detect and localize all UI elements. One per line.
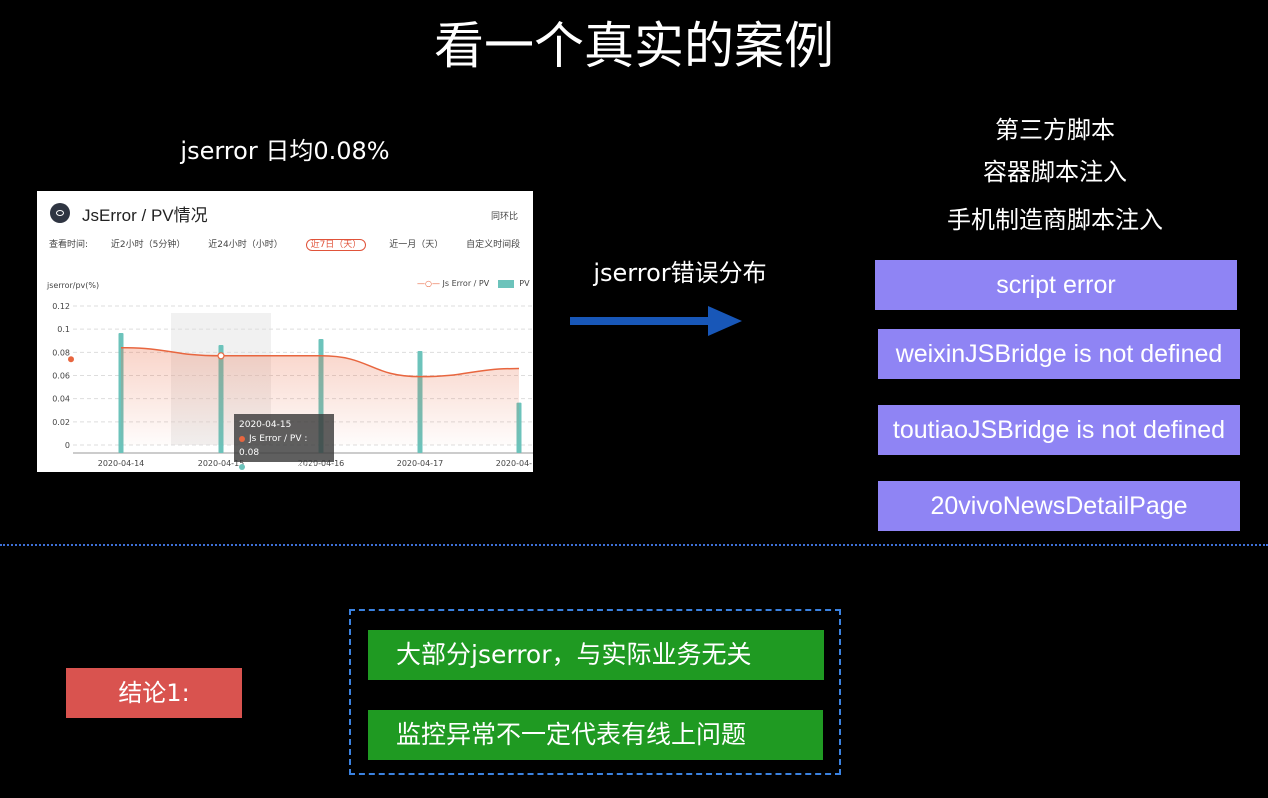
average-marker — [68, 356, 74, 363]
cause-manufacturer: 手机制造商脚本注入 — [947, 206, 1163, 234]
jserror-dashboard-screenshot: JsError / PV情况 同环比 查看时间: 近2小时（5分钟） 近24小时… — [37, 191, 533, 472]
y-tick-label: 0.12 — [52, 302, 70, 311]
error-box-vivo: 20vivoNewsDetailPage — [878, 481, 1240, 531]
section-divider — [0, 544, 1268, 546]
error-box-toutiao: toutiaoJSBridge is not defined — [878, 405, 1240, 455]
cause-container: 容器脚本注入 — [983, 158, 1127, 186]
right-arrow-icon — [570, 306, 742, 336]
y-tick-label: 0.08 — [52, 348, 70, 357]
x-tick-label: 2020-04-17 — [397, 459, 444, 468]
jserror-point — [217, 352, 225, 360]
error-box-weixin: weixinJSBridge is not defined — [878, 329, 1240, 379]
chart-tooltip: 2020-04-15 Js Error / PV : 0.08 PV : 1,2… — [234, 414, 334, 472]
tooltip-line1: Js Error / PV : 0.08 — [239, 434, 308, 458]
conclusion-point: 监控异常不一定代表有线上问题 — [368, 710, 823, 760]
jserror-rate-caption: jserror 日均0.08% — [180, 137, 390, 165]
error-box-script-error: script error — [875, 260, 1237, 310]
y-tick-label: 0.04 — [52, 395, 70, 404]
x-tick-label: 2020-04-18 — [496, 459, 533, 468]
conclusion-label: 结论1: — [66, 668, 242, 718]
x-tick-label: 2020-04-14 — [98, 459, 145, 468]
page-title: 看一个真实的案例 — [434, 17, 834, 75]
y-tick-label: 0.1 — [57, 325, 70, 334]
arrow-caption: jserror错误分布 — [593, 259, 767, 287]
tooltip-date: 2020-04-15 — [239, 420, 292, 430]
y-tick-label: 0.02 — [52, 418, 70, 427]
cause-third-party: 第三方脚本 — [995, 116, 1115, 144]
y-tick-label: 0.06 — [52, 372, 70, 381]
y-tick-label: 0 — [65, 441, 70, 450]
tooltip-line2: PV : 1,220,903 — [249, 462, 316, 472]
conclusion-point: 大部分jserror，与实际业务无关 — [368, 630, 824, 680]
